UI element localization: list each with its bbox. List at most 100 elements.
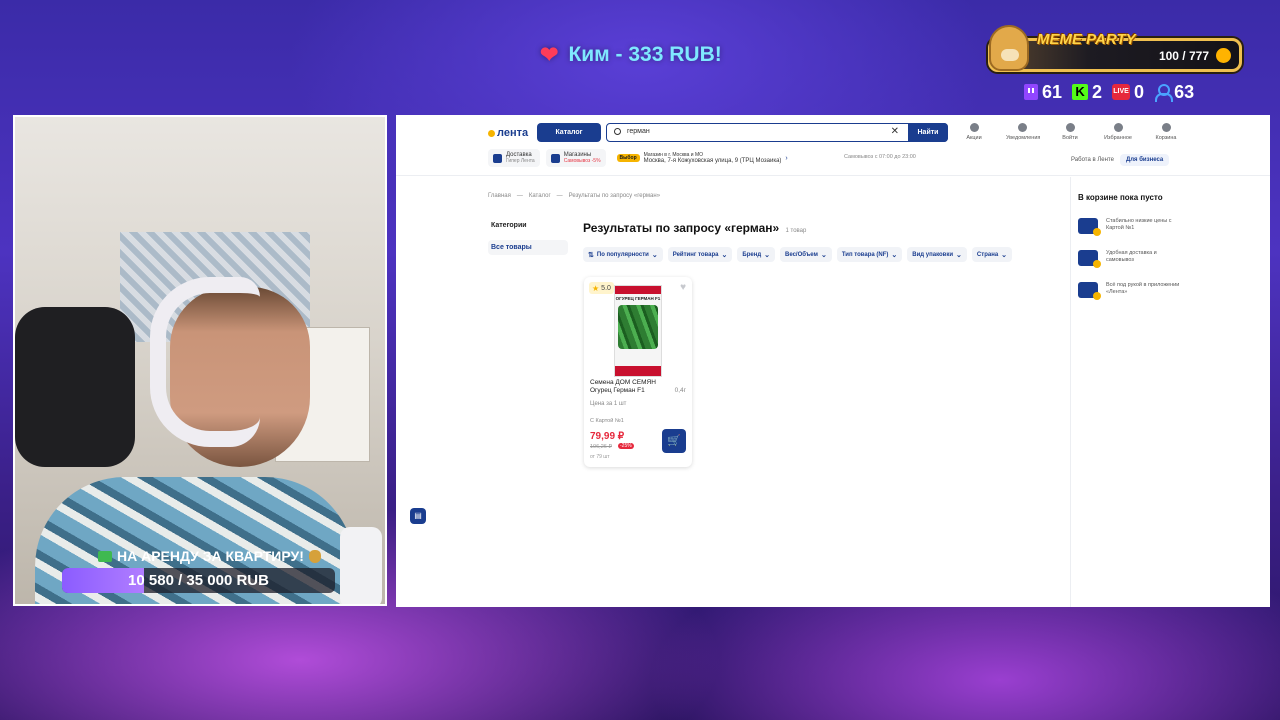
- category-sidebar: Категории Все товары: [488, 219, 568, 255]
- meme-party-count: 100 / 777: [1158, 49, 1209, 63]
- filter-label: Бренд: [742, 251, 762, 258]
- donation-text: Ким - 333 RUB!: [568, 43, 722, 66]
- cart-icon: 🛒: [667, 435, 681, 447]
- catalog-button[interactable]: Каталог: [537, 123, 601, 142]
- logo-text: лента: [497, 127, 529, 139]
- filter-bar: ⇅ По популярности ⌄ Рейтинг товара ⌄ Бре…: [583, 247, 1013, 262]
- doge-icon: [989, 25, 1029, 71]
- cart-icon: [1161, 123, 1171, 132]
- user-icon: [1065, 123, 1075, 132]
- logo-icon: [488, 129, 495, 137]
- filter-weight[interactable]: Вес/Объем ⌄: [780, 247, 832, 262]
- mini-cart: В корзине пока пусто Стабильно низкие це…: [1078, 193, 1198, 314]
- nav-label: Уведомления: [1006, 135, 1041, 141]
- search-icon: [614, 128, 621, 135]
- product-image[interactable]: ОГУРЕЦ ГЕРМАН F1: [614, 285, 662, 377]
- rating-value: 5.0: [601, 284, 611, 292]
- mobile-app-icon: [1078, 282, 1101, 300]
- lenta-logo[interactable]: лента: [488, 127, 528, 139]
- delivery-icon: [493, 153, 502, 163]
- chat-button[interactable]: ▤: [410, 508, 426, 524]
- loyalty-card-icon: [1078, 218, 1101, 236]
- kick-stat: K 2: [1072, 82, 1102, 103]
- nav-promotions[interactable]: Акции: [958, 123, 990, 141]
- star-icon: ★: [592, 283, 600, 293]
- percent-icon: [969, 123, 979, 132]
- product-weight: 0,4г: [674, 387, 686, 394]
- results-title: Результаты по запросу «герман»: [583, 221, 780, 235]
- emoji-icon: [1216, 48, 1231, 63]
- rating-badge: ★ 5.0: [589, 282, 614, 294]
- product-card[interactable]: ОГУРЕЦ ГЕРМАН F1 ★ 5.0 ♥ Семена ДОМ СЕМЯ…: [584, 277, 692, 467]
- nav-notifications[interactable]: Уведомления: [1006, 123, 1041, 141]
- pickup-hours: Самовывоз с 07:00 до 23:00: [844, 154, 916, 160]
- live-stat: LIVE 0: [1112, 82, 1144, 103]
- crumb-current: Результаты по запросу «герман»: [568, 193, 661, 199]
- browser-window: лента Каталог герман ✕ Найти Акции Уведо…: [396, 115, 1270, 607]
- nav-label: Войти: [1062, 135, 1078, 141]
- nav-cart[interactable]: Корзина: [1150, 123, 1182, 141]
- search-box[interactable]: герман ✕ Найти: [606, 122, 948, 142]
- nav-login[interactable]: Войти: [1054, 123, 1086, 141]
- add-to-cart-button[interactable]: 🛒: [662, 429, 686, 453]
- filter-brand[interactable]: Бренд ⌄: [737, 247, 775, 262]
- crumb-catalog[interactable]: Каталог: [529, 193, 551, 199]
- category-all[interactable]: Все товары: [488, 240, 568, 255]
- perk-text: Удобная доставка и самовывоз: [1106, 250, 1157, 263]
- heart-icon: ❤: [540, 42, 559, 67]
- favorite-heart-icon[interactable]: ♥: [680, 282, 686, 293]
- delivery-row: Доставка Гипер Лента Магазины Самовывоз …: [488, 149, 793, 167]
- chevron-down-icon: ⌄: [891, 251, 898, 259]
- webcam-feed: [13, 115, 387, 606]
- nav-favorites[interactable]: Избранное: [1102, 123, 1134, 141]
- find-button[interactable]: Найти: [908, 122, 948, 142]
- product-name[interactable]: Семена ДОМ СЕМЯН Огурец Герман F1: [590, 379, 668, 395]
- unit-price-label: Цена за 1 шт: [590, 401, 627, 407]
- work-link[interactable]: Работа в Ленте: [1071, 157, 1114, 163]
- store-icon: [550, 153, 560, 163]
- delivery-truck-icon: [1078, 250, 1101, 268]
- heart-icon: [1113, 123, 1123, 132]
- perk-item: Стабильно низкие цены с Картой №1: [1078, 218, 1198, 236]
- stores-option[interactable]: Магазины Самовывоз -5%: [545, 149, 606, 167]
- crumb-home[interactable]: Главная: [488, 193, 511, 199]
- pack-header: [615, 286, 661, 294]
- sort-icon: ⇅: [588, 251, 594, 259]
- discount-badge: -25%: [618, 443, 634, 449]
- pack-footer: [615, 366, 661, 376]
- filter-label: Страна: [976, 251, 999, 258]
- old-price: 106,26 ₽: [590, 444, 612, 450]
- rent-goal-title: НА АРЕНДУ ЗА КВАРТИРУ!: [98, 548, 321, 564]
- perk-text: Всё под рукой в приложении «Лента»: [1106, 282, 1180, 295]
- perk-text: Стабильно низкие цены с Картой №1: [1106, 218, 1172, 231]
- clear-icon[interactable]: ✕: [891, 126, 899, 137]
- cart-empty-title: В корзине пока пусто: [1078, 193, 1163, 202]
- filter-rating[interactable]: Рейтинг товара ⌄: [667, 247, 733, 262]
- delivery-sub: Гипер Лента: [506, 158, 535, 164]
- delivery-option[interactable]: Доставка Гипер Лента: [488, 149, 540, 167]
- webcam-humidifier: [340, 527, 382, 604]
- store-selector[interactable]: Выбор Магазин в г. Москва и МО Москва, 7…: [612, 149, 793, 167]
- donation-alert: ❤ Ким - 333 RUB!: [540, 40, 722, 70]
- from-price: от 79 шт: [590, 454, 610, 460]
- nav-label: Корзина: [1155, 135, 1177, 141]
- filter-label: Тип товара (NF): [841, 251, 889, 258]
- chevron-down-icon: ⌄: [721, 251, 728, 259]
- live-count: 0: [1134, 81, 1145, 102]
- filter-type[interactable]: Тип товара (NF) ⌄: [836, 247, 903, 262]
- business-link[interactable]: Для бизнеса: [1119, 154, 1170, 166]
- live-icon: LIVE: [1112, 84, 1131, 100]
- breadcrumb: Главная — Каталог — Результаты по запрос…: [488, 193, 660, 199]
- meme-party-title: MEME PARTY: [1037, 31, 1136, 48]
- results-heading: Результаты по запросу «герман» 1 товар: [583, 221, 806, 235]
- search-input[interactable]: герман: [627, 128, 650, 135]
- webcam-chair: [15, 307, 135, 467]
- bell-icon: [1017, 123, 1027, 132]
- filter-package[interactable]: Вид упаковки ⌄: [907, 247, 967, 262]
- cash-icon: [98, 550, 112, 562]
- filter-country[interactable]: Страна ⌄: [971, 247, 1013, 262]
- chevron-down-icon: ⌄: [651, 251, 658, 259]
- sort-popularity[interactable]: ⇅ По популярности ⌄: [583, 247, 663, 262]
- filter-label: Вид упаковки: [912, 251, 954, 258]
- twitch-count: 61: [1042, 81, 1063, 102]
